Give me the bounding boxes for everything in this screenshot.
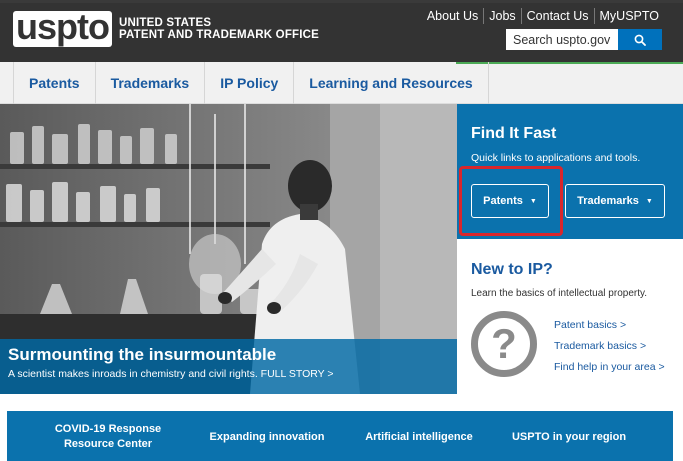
band-ai-link[interactable]: Artificial intelligence (359, 430, 479, 445)
trademark-basics-link[interactable]: Trademark basics > (554, 336, 665, 357)
band-covid-link[interactable]: COVID-19 Response Resource Center (33, 422, 183, 452)
trademarks-button-label: Trademarks (577, 195, 639, 207)
new-to-ip-subtitle: Learn the basics of intellectual propert… (471, 288, 648, 299)
site-header: uspto UNITED STATES PATENT AND TRADEMARK… (0, 0, 683, 62)
caret-down-icon: ▼ (645, 197, 653, 205)
find-it-fast-subtitle: Quick links to applications and tools. (471, 152, 641, 164)
utility-nav: About Us Jobs Contact Us MyUSPTO (422, 8, 664, 24)
band-region-link[interactable]: USPTO in your region (509, 430, 629, 445)
search-button[interactable] (618, 29, 662, 50)
nav-accent-bar (456, 62, 683, 64)
trademarks-dropdown-button[interactable]: Trademarks ▼ (565, 184, 665, 218)
new-to-ip-panel: New to IP? Learn the basics of intellect… (457, 239, 683, 394)
feature-band: COVID-19 Response Resource Center Expand… (7, 411, 673, 461)
band-expanding-innovation-link[interactable]: Expanding innovation (203, 430, 331, 445)
patent-basics-link[interactable]: Patent basics > (554, 315, 665, 336)
hero-title[interactable]: Surmounting the insurmountable (8, 344, 449, 366)
about-us-link[interactable]: About Us (422, 8, 483, 24)
contact-us-link[interactable]: Contact Us (520, 8, 594, 24)
new-to-ip-links: Patent basics > Trademark basics > Find … (554, 315, 665, 378)
logo-text: uspto (16, 5, 110, 47)
office-name-line2: PATENT AND TRADEMARK OFFICE (119, 29, 320, 41)
search-bar (506, 29, 662, 50)
nav-trademarks[interactable]: Trademarks (94, 62, 205, 104)
uspto-logo[interactable]: uspto (13, 5, 112, 47)
jobs-link[interactable]: Jobs (483, 8, 520, 24)
nav-learning-resources[interactable]: Learning and Resources (293, 62, 489, 104)
myuspto-link[interactable]: MyUSPTO (593, 8, 665, 24)
find-it-fast-title: Find It Fast (471, 125, 557, 142)
find-help-link[interactable]: Find help in your area > (554, 357, 665, 378)
main-nav-items: Patents Trademarks IP Policy Learning an… (13, 62, 489, 104)
hero-caption[interactable]: Surmounting the insurmountable A scienti… (0, 339, 457, 394)
office-name-line1: UNITED STATES (119, 17, 212, 29)
highlight-annotation (459, 166, 563, 236)
header-topline (0, 0, 683, 3)
hero-banner[interactable]: Surmounting the insurmountable A scienti… (0, 104, 457, 394)
hero-subtitle[interactable]: A scientist makes inroads in chemistry a… (8, 366, 449, 382)
search-icon (634, 34, 646, 46)
question-icon: ? (471, 311, 537, 377)
nav-patents[interactable]: Patents (13, 62, 95, 104)
office-name[interactable]: UNITED STATES PATENT AND TRADEMARK OFFIC… (119, 17, 319, 41)
new-to-ip-title: New to IP? (471, 261, 553, 278)
nav-ip-policy[interactable]: IP Policy (204, 62, 293, 104)
search-input[interactable] (506, 29, 618, 50)
